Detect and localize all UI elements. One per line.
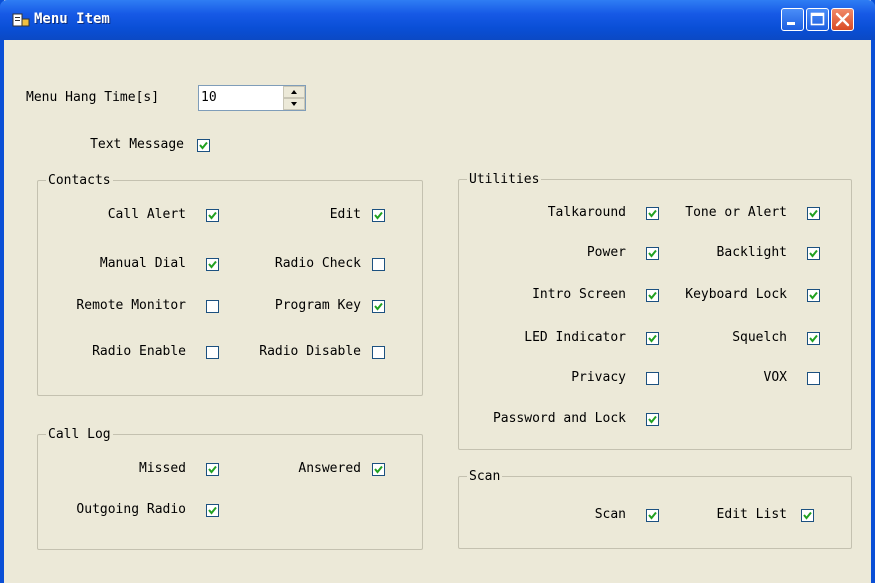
program-key-checkbox[interactable] [372, 300, 385, 313]
power-checkbox[interactable] [646, 247, 659, 260]
text-message-label: Text Message [90, 137, 184, 152]
scan-checkbox[interactable] [646, 509, 659, 522]
backlight-label: Backlight [716, 245, 787, 260]
checkmark-icon [374, 302, 383, 311]
missed-label: Missed [139, 461, 186, 476]
maximize-button[interactable] [806, 8, 829, 31]
call-log-group-title: Call Log [46, 427, 113, 443]
spin-down-button[interactable] [283, 98, 305, 110]
call-alert-label: Call Alert [107, 207, 186, 222]
checkmark-icon [648, 209, 657, 218]
answered-checkbox[interactable] [372, 463, 385, 476]
checkmark-icon [809, 291, 818, 300]
keyboard-lock-checkbox[interactable] [807, 289, 820, 302]
checkmark-icon [208, 465, 217, 474]
title-bar[interactable]: Menu Item [0, 0, 875, 40]
checkmark-icon [648, 415, 657, 424]
answered-label: Answered [298, 461, 361, 476]
radio-enable-checkbox[interactable] [206, 346, 219, 359]
text-message-checkbox[interactable] [197, 139, 210, 152]
keyboard-lock-label: Keyboard Lock [685, 287, 787, 302]
menu-hang-time-input[interactable] [201, 88, 279, 106]
call-log-group: Call Log [37, 427, 423, 550]
led-indicator-checkbox[interactable] [646, 332, 659, 345]
edit-checkbox[interactable] [372, 209, 385, 222]
privacy-checkbox[interactable] [646, 372, 659, 385]
squelch-checkbox[interactable] [807, 332, 820, 345]
checkmark-icon [208, 260, 217, 269]
outgoing-radio-label: Outgoing Radio [76, 502, 186, 517]
password-and-lock-checkbox[interactable] [646, 413, 659, 426]
missed-checkbox[interactable] [206, 463, 219, 476]
menu-app-icon [12, 13, 30, 28]
radio-disable-checkbox[interactable] [372, 346, 385, 359]
utilities-group-title: Utilities [467, 172, 542, 188]
intro-screen-label: Intro Screen [532, 287, 626, 302]
edit-list-label: Edit List [716, 507, 787, 522]
maximize-icon [810, 12, 825, 26]
manual-dial-checkbox[interactable] [206, 258, 219, 271]
arrow-up-icon [291, 90, 297, 94]
arrow-down-icon [291, 102, 297, 106]
checkmark-icon [648, 249, 657, 258]
checkmark-icon [199, 141, 208, 150]
talkaround-checkbox[interactable] [646, 207, 659, 220]
power-label: Power [586, 245, 626, 260]
vox-label: VOX [763, 370, 787, 385]
checkmark-icon [374, 465, 383, 474]
minimize-button[interactable] [781, 8, 804, 31]
radio-enable-label: Radio Enable [92, 344, 186, 359]
close-button[interactable] [831, 8, 854, 31]
radio-disable-label: Radio Disable [259, 344, 361, 359]
manual-dial-label: Manual Dial [99, 256, 186, 271]
close-icon [835, 12, 850, 27]
checkmark-icon [809, 249, 818, 258]
checkmark-icon [208, 506, 217, 515]
intro-screen-checkbox[interactable] [646, 289, 659, 302]
checkmark-icon [374, 211, 383, 220]
menu-hang-time-spinner[interactable] [198, 85, 306, 111]
window-title: Menu Item [34, 11, 110, 27]
talkaround-label: Talkaround [547, 205, 626, 220]
edit-list-checkbox[interactable] [801, 509, 814, 522]
checkmark-icon [648, 291, 657, 300]
menu-item-window: Menu Item Menu Hang Time[s] 10 Text Mess… [0, 0, 875, 583]
remote-monitor-checkbox[interactable] [206, 300, 219, 313]
checkmark-icon [803, 511, 812, 520]
led-indicator-label: LED Indicator [524, 330, 626, 345]
spin-up-button[interactable] [283, 86, 305, 98]
radio-check-label: Radio Check [274, 256, 361, 271]
contacts-group: Contacts [37, 173, 423, 396]
remote-monitor-label: Remote Monitor [76, 298, 186, 313]
vox-checkbox[interactable] [807, 372, 820, 385]
tone-or-alert-checkbox[interactable] [807, 207, 820, 220]
backlight-checkbox[interactable] [807, 247, 820, 260]
outgoing-radio-checkbox[interactable] [206, 504, 219, 517]
edit-label: Edit [329, 207, 361, 222]
scan-group-title: Scan [467, 469, 503, 485]
privacy-label: Privacy [571, 370, 626, 385]
checkmark-icon [208, 211, 217, 220]
squelch-label: Squelch [732, 330, 787, 345]
contacts-group-title: Contacts [46, 173, 113, 189]
program-key-label: Program Key [274, 298, 361, 313]
menu-hang-time-label: Menu Hang Time[s] [26, 90, 160, 105]
checkmark-icon [809, 334, 818, 343]
tone-or-alert-label: Tone or Alert [685, 205, 787, 220]
password-and-lock-label: Password and Lock [492, 411, 626, 426]
radio-check-checkbox[interactable] [372, 258, 385, 271]
minimize-icon [787, 22, 795, 25]
scan-label: Scan [594, 507, 626, 522]
checkmark-icon [809, 209, 818, 218]
checkmark-icon [648, 511, 657, 520]
checkmark-icon [648, 334, 657, 343]
call-alert-checkbox[interactable] [206, 209, 219, 222]
